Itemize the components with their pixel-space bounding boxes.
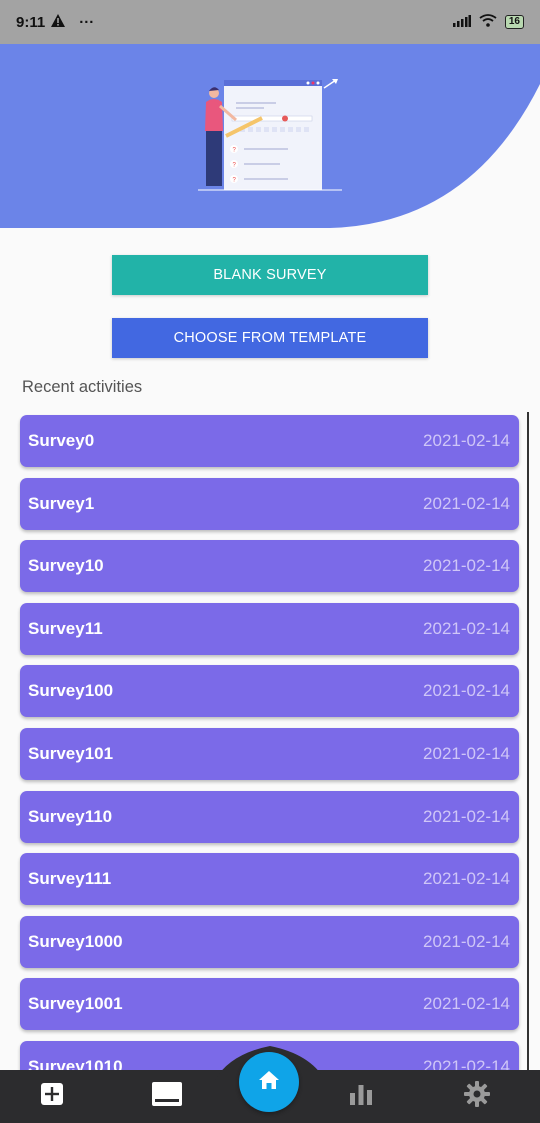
- survey-name: Survey100: [28, 681, 114, 701]
- survey-card[interactable]: Survey1000 2021-02-14: [20, 915, 519, 968]
- survey-name: Survey11: [28, 618, 103, 638]
- survey-date: 2021-02-14: [423, 556, 510, 576]
- survey-name: Survey1001: [28, 994, 123, 1014]
- signal-icon: [452, 14, 471, 30]
- survey-name: Survey10: [28, 556, 104, 576]
- gear-icon: [463, 1080, 491, 1113]
- survey-date: 2021-02-14: [423, 493, 510, 513]
- survey-name: Survey1000: [28, 931, 123, 951]
- add-survey-button[interactable]: [22, 1070, 82, 1123]
- survey-date: 2021-02-14: [423, 618, 510, 638]
- survey-date: 2021-02-14: [423, 994, 510, 1014]
- analytics-nav-button[interactable]: [331, 1070, 391, 1123]
- survey-date: 2021-02-14: [423, 431, 510, 450]
- survey-date: 2021-02-14: [423, 744, 510, 763]
- survey-date: 2021-02-14: [423, 931, 510, 951]
- survey-date: 2021-02-14: [423, 806, 510, 826]
- survey-card[interactable]: Survey110 2021-02-14: [20, 790, 519, 843]
- choose-template-button[interactable]: CHOOSE FROM TEMPLATE: [112, 318, 428, 358]
- survey-name: Survey1: [28, 493, 95, 513]
- settings-nav-button[interactable]: [447, 1070, 507, 1123]
- survey-name: Survey110: [28, 806, 113, 826]
- status-time: 9:11: [16, 13, 46, 31]
- survey-date: 2021-02-14: [423, 869, 510, 889]
- survey-name: Survey101: [28, 744, 114, 763]
- recent-activities-list[interactable]: Survey0 2021-02-14 Survey1 2021-02-14 Survey…: [0, 412, 540, 1070]
- battery-icon: 16: [504, 15, 524, 29]
- survey-illustration: ? ? ?: [198, 79, 342, 191]
- survey-card[interactable]: Survey111 2021-02-14: [20, 853, 519, 906]
- scrollbar[interactable]: [527, 412, 529, 1070]
- wifi-icon: [479, 14, 497, 30]
- header-banner: ? ? ?: [0, 44, 540, 228]
- more-notifications: ···: [79, 13, 95, 31]
- home-button[interactable]: [239, 1052, 299, 1112]
- bar-chart-icon: [349, 1083, 373, 1110]
- warning-icon: [51, 13, 66, 31]
- add-icon: [40, 1082, 64, 1111]
- survey-name: Survey0: [28, 431, 95, 450]
- surveys-nav-button[interactable]: [137, 1070, 197, 1123]
- survey-card[interactable]: Survey11 2021-02-14: [20, 602, 519, 655]
- status-bar: 9:11 ··· 16: [0, 0, 540, 44]
- recent-activities-title: Recent activities: [22, 378, 143, 396]
- survey-card[interactable]: Survey1 2021-02-14: [20, 477, 519, 530]
- survey-name: Survey111: [28, 869, 112, 889]
- survey-card[interactable]: Survey1001 2021-02-14: [20, 978, 519, 1031]
- survey-card[interactable]: Survey100 2021-02-14: [20, 665, 519, 718]
- blank-survey-button[interactable]: BLANK SURVEY: [112, 255, 428, 295]
- home-icon: [258, 1070, 280, 1095]
- survey-card[interactable]: Survey10 2021-02-14: [20, 540, 519, 593]
- survey-card[interactable]: Survey0 2021-02-14: [20, 415, 519, 467]
- survey-date: 2021-02-14: [423, 681, 510, 701]
- list-icon: [151, 1081, 183, 1112]
- survey-card[interactable]: Survey101 2021-02-14: [20, 728, 519, 780]
